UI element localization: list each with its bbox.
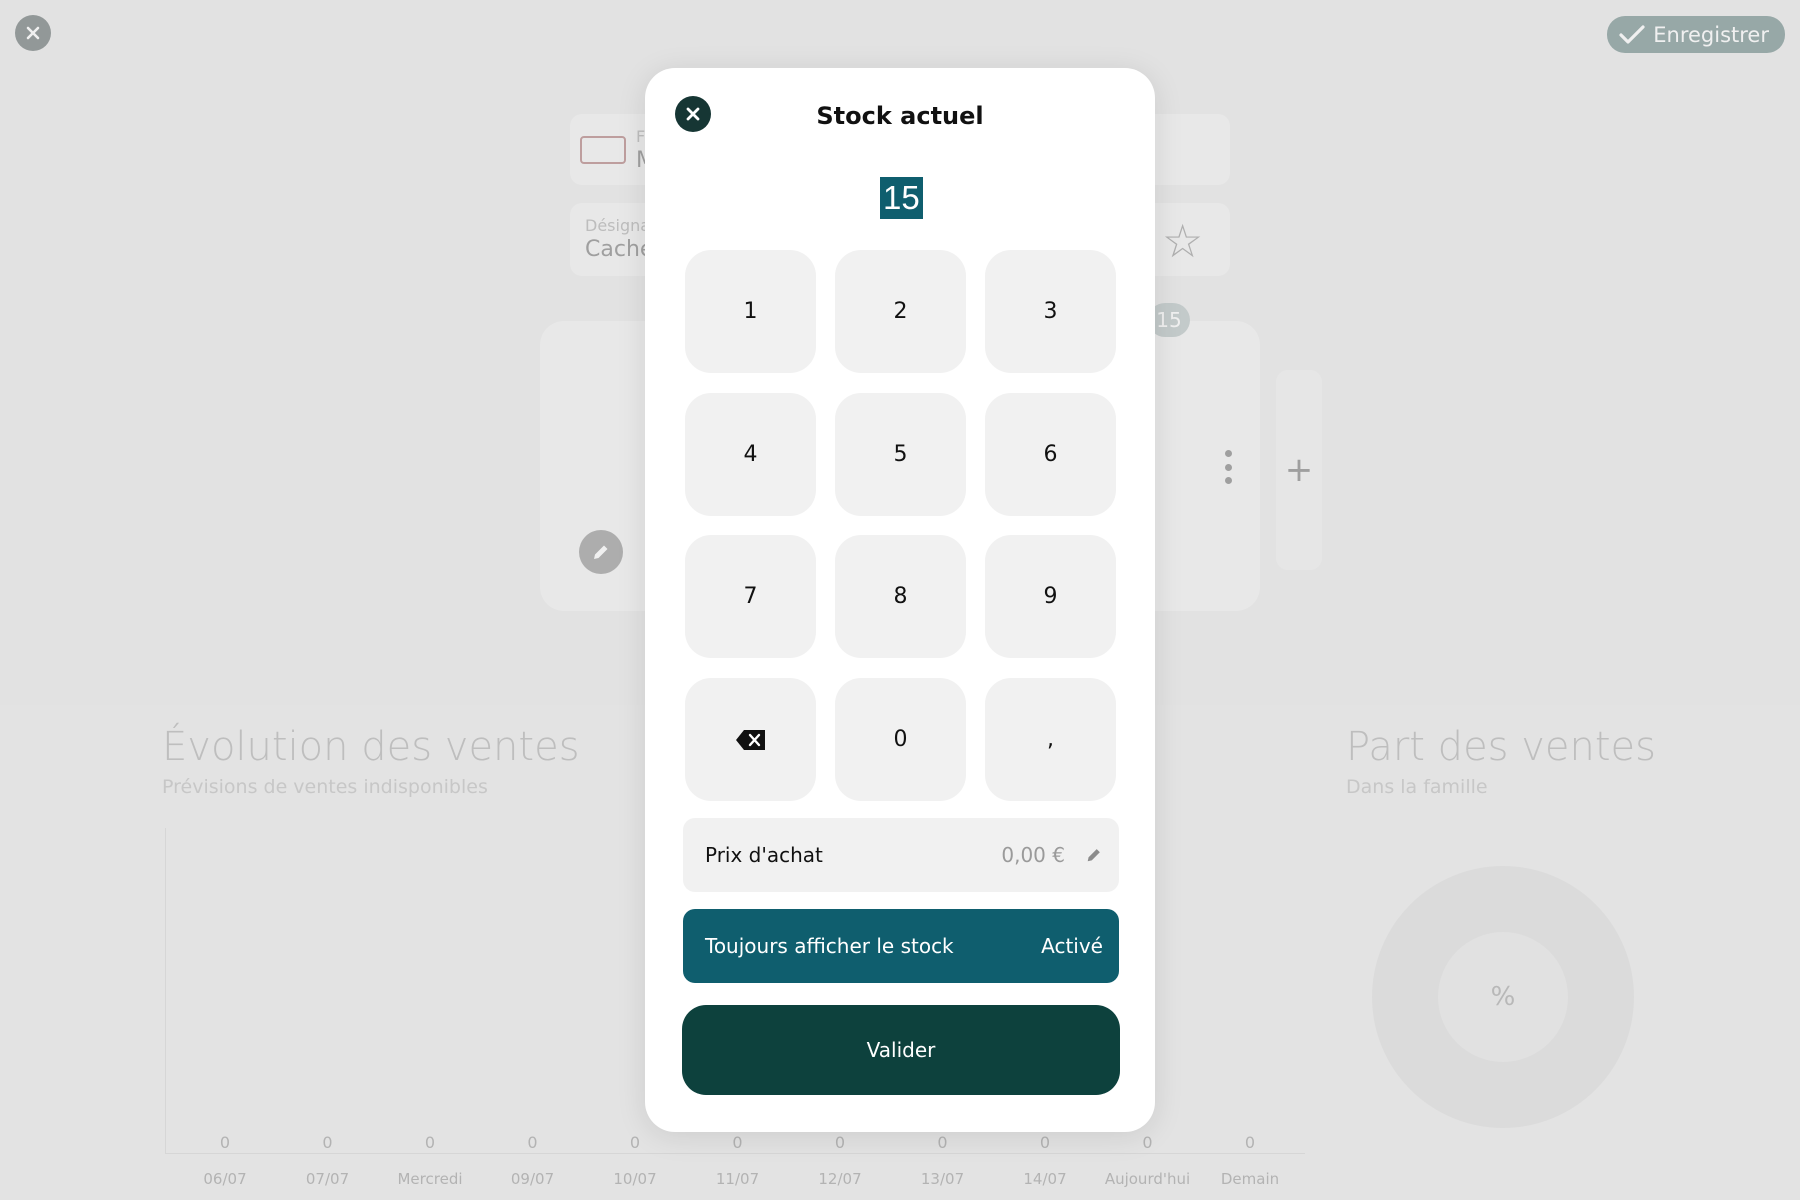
validate-button[interactable]: Valider	[682, 1005, 1120, 1095]
always-show-stock-state: Activé	[1041, 934, 1103, 958]
stock-modal: Stock actuel 15 1 2 3 4 5 6 7 8 9 0 , Pr…	[645, 68, 1155, 1132]
purchase-price-label: Prix d'achat	[705, 843, 823, 867]
key-5[interactable]: 5	[835, 393, 966, 516]
key-3[interactable]: 3	[985, 250, 1116, 373]
key-9[interactable]: 9	[985, 535, 1116, 658]
key-8[interactable]: 8	[835, 535, 966, 658]
pencil-icon	[1085, 846, 1103, 864]
key-2[interactable]: 2	[835, 250, 966, 373]
purchase-price-value: 0,00 €	[1001, 843, 1065, 867]
backspace-key[interactable]	[685, 678, 816, 801]
purchase-price-field[interactable]: Prix d'achat 0,00 €	[683, 818, 1119, 892]
key-7[interactable]: 7	[685, 535, 816, 658]
always-show-stock-label: Toujours afficher le stock	[705, 934, 954, 958]
key-4[interactable]: 4	[685, 393, 816, 516]
key-6[interactable]: 6	[985, 393, 1116, 516]
modal-title: Stock actuel	[816, 102, 984, 130]
key-0[interactable]: 0	[835, 678, 966, 801]
backspace-icon	[735, 729, 765, 750]
key-1[interactable]: 1	[685, 250, 816, 373]
key-comma[interactable]: ,	[985, 678, 1116, 801]
stock-display[interactable]: 15	[880, 177, 923, 219]
always-show-stock-toggle[interactable]: Toujours afficher le stock Activé	[683, 909, 1119, 983]
